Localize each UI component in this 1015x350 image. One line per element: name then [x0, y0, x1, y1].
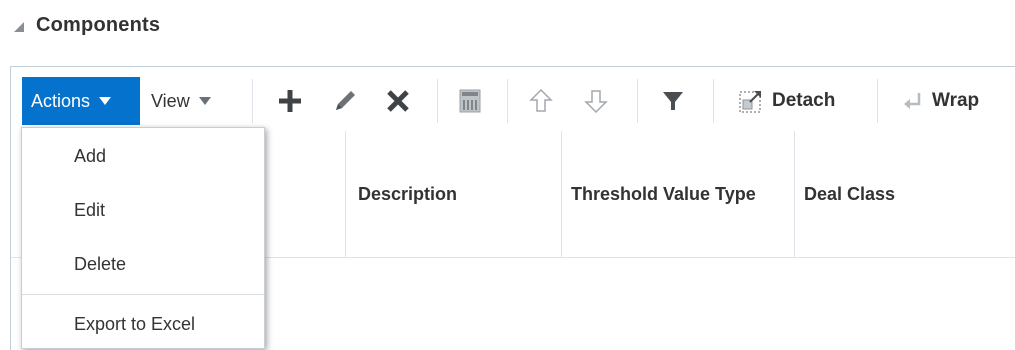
delete-icon — [387, 90, 409, 112]
wrap-button[interactable]: Wrap — [902, 85, 979, 117]
filter-icon — [663, 92, 683, 110]
move-up-button[interactable] — [525, 85, 557, 117]
add-icon — [279, 90, 301, 112]
view-label: View — [151, 90, 190, 111]
toolbar-divider — [252, 79, 253, 123]
toolbar-divider — [877, 79, 878, 123]
view-menu-button[interactable]: View — [142, 77, 212, 125]
toolbar-divider — [713, 79, 714, 123]
section-title: Components — [36, 13, 161, 36]
move-up-icon — [529, 88, 553, 112]
filter-button[interactable] — [657, 85, 689, 117]
column-header-threshold-value-type[interactable]: Threshold Value Type — [561, 131, 794, 257]
section-header: Components — [12, 12, 160, 38]
add-button[interactable] — [274, 85, 306, 117]
detach-button[interactable]: Detach — [738, 85, 835, 117]
menu-divider — [22, 294, 264, 295]
edit-icon — [336, 91, 355, 110]
toolbar-divider — [437, 79, 438, 123]
actions-label: Actions — [31, 90, 91, 111]
menu-item-add[interactable]: Add — [22, 134, 264, 178]
actions-dropdown-menu: Add Edit Delete Export to Excel — [21, 127, 265, 349]
toolbar-divider — [637, 79, 638, 123]
triangle-collapse-icon[interactable] — [12, 20, 26, 34]
toolbar: Actions View Detach Wrap — [11, 67, 1015, 132]
freeze-icon — [459, 89, 481, 113]
menu-item-delete[interactable]: Delete — [22, 242, 264, 286]
delete-button[interactable] — [382, 85, 414, 117]
column-header-description[interactable]: Description — [345, 131, 561, 257]
edit-button[interactable] — [329, 85, 361, 117]
wrap-label: Wrap — [932, 90, 980, 111]
move-down-button[interactable] — [580, 85, 612, 117]
freeze-button[interactable] — [454, 85, 486, 117]
column-header-deal-class[interactable]: Deal Class — [794, 131, 1015, 257]
menu-item-export-to-excel[interactable]: Export to Excel — [22, 302, 264, 346]
chevron-down-icon — [99, 97, 112, 105]
move-down-icon — [584, 90, 608, 114]
wrap-icon — [904, 93, 921, 109]
toolbar-divider — [507, 79, 508, 123]
actions-menu-button[interactable]: Actions — [22, 77, 140, 125]
chevron-down-icon — [198, 97, 211, 105]
detach-label: Detach — [772, 90, 836, 111]
menu-item-edit[interactable]: Edit — [22, 188, 264, 232]
detach-icon — [739, 91, 761, 113]
